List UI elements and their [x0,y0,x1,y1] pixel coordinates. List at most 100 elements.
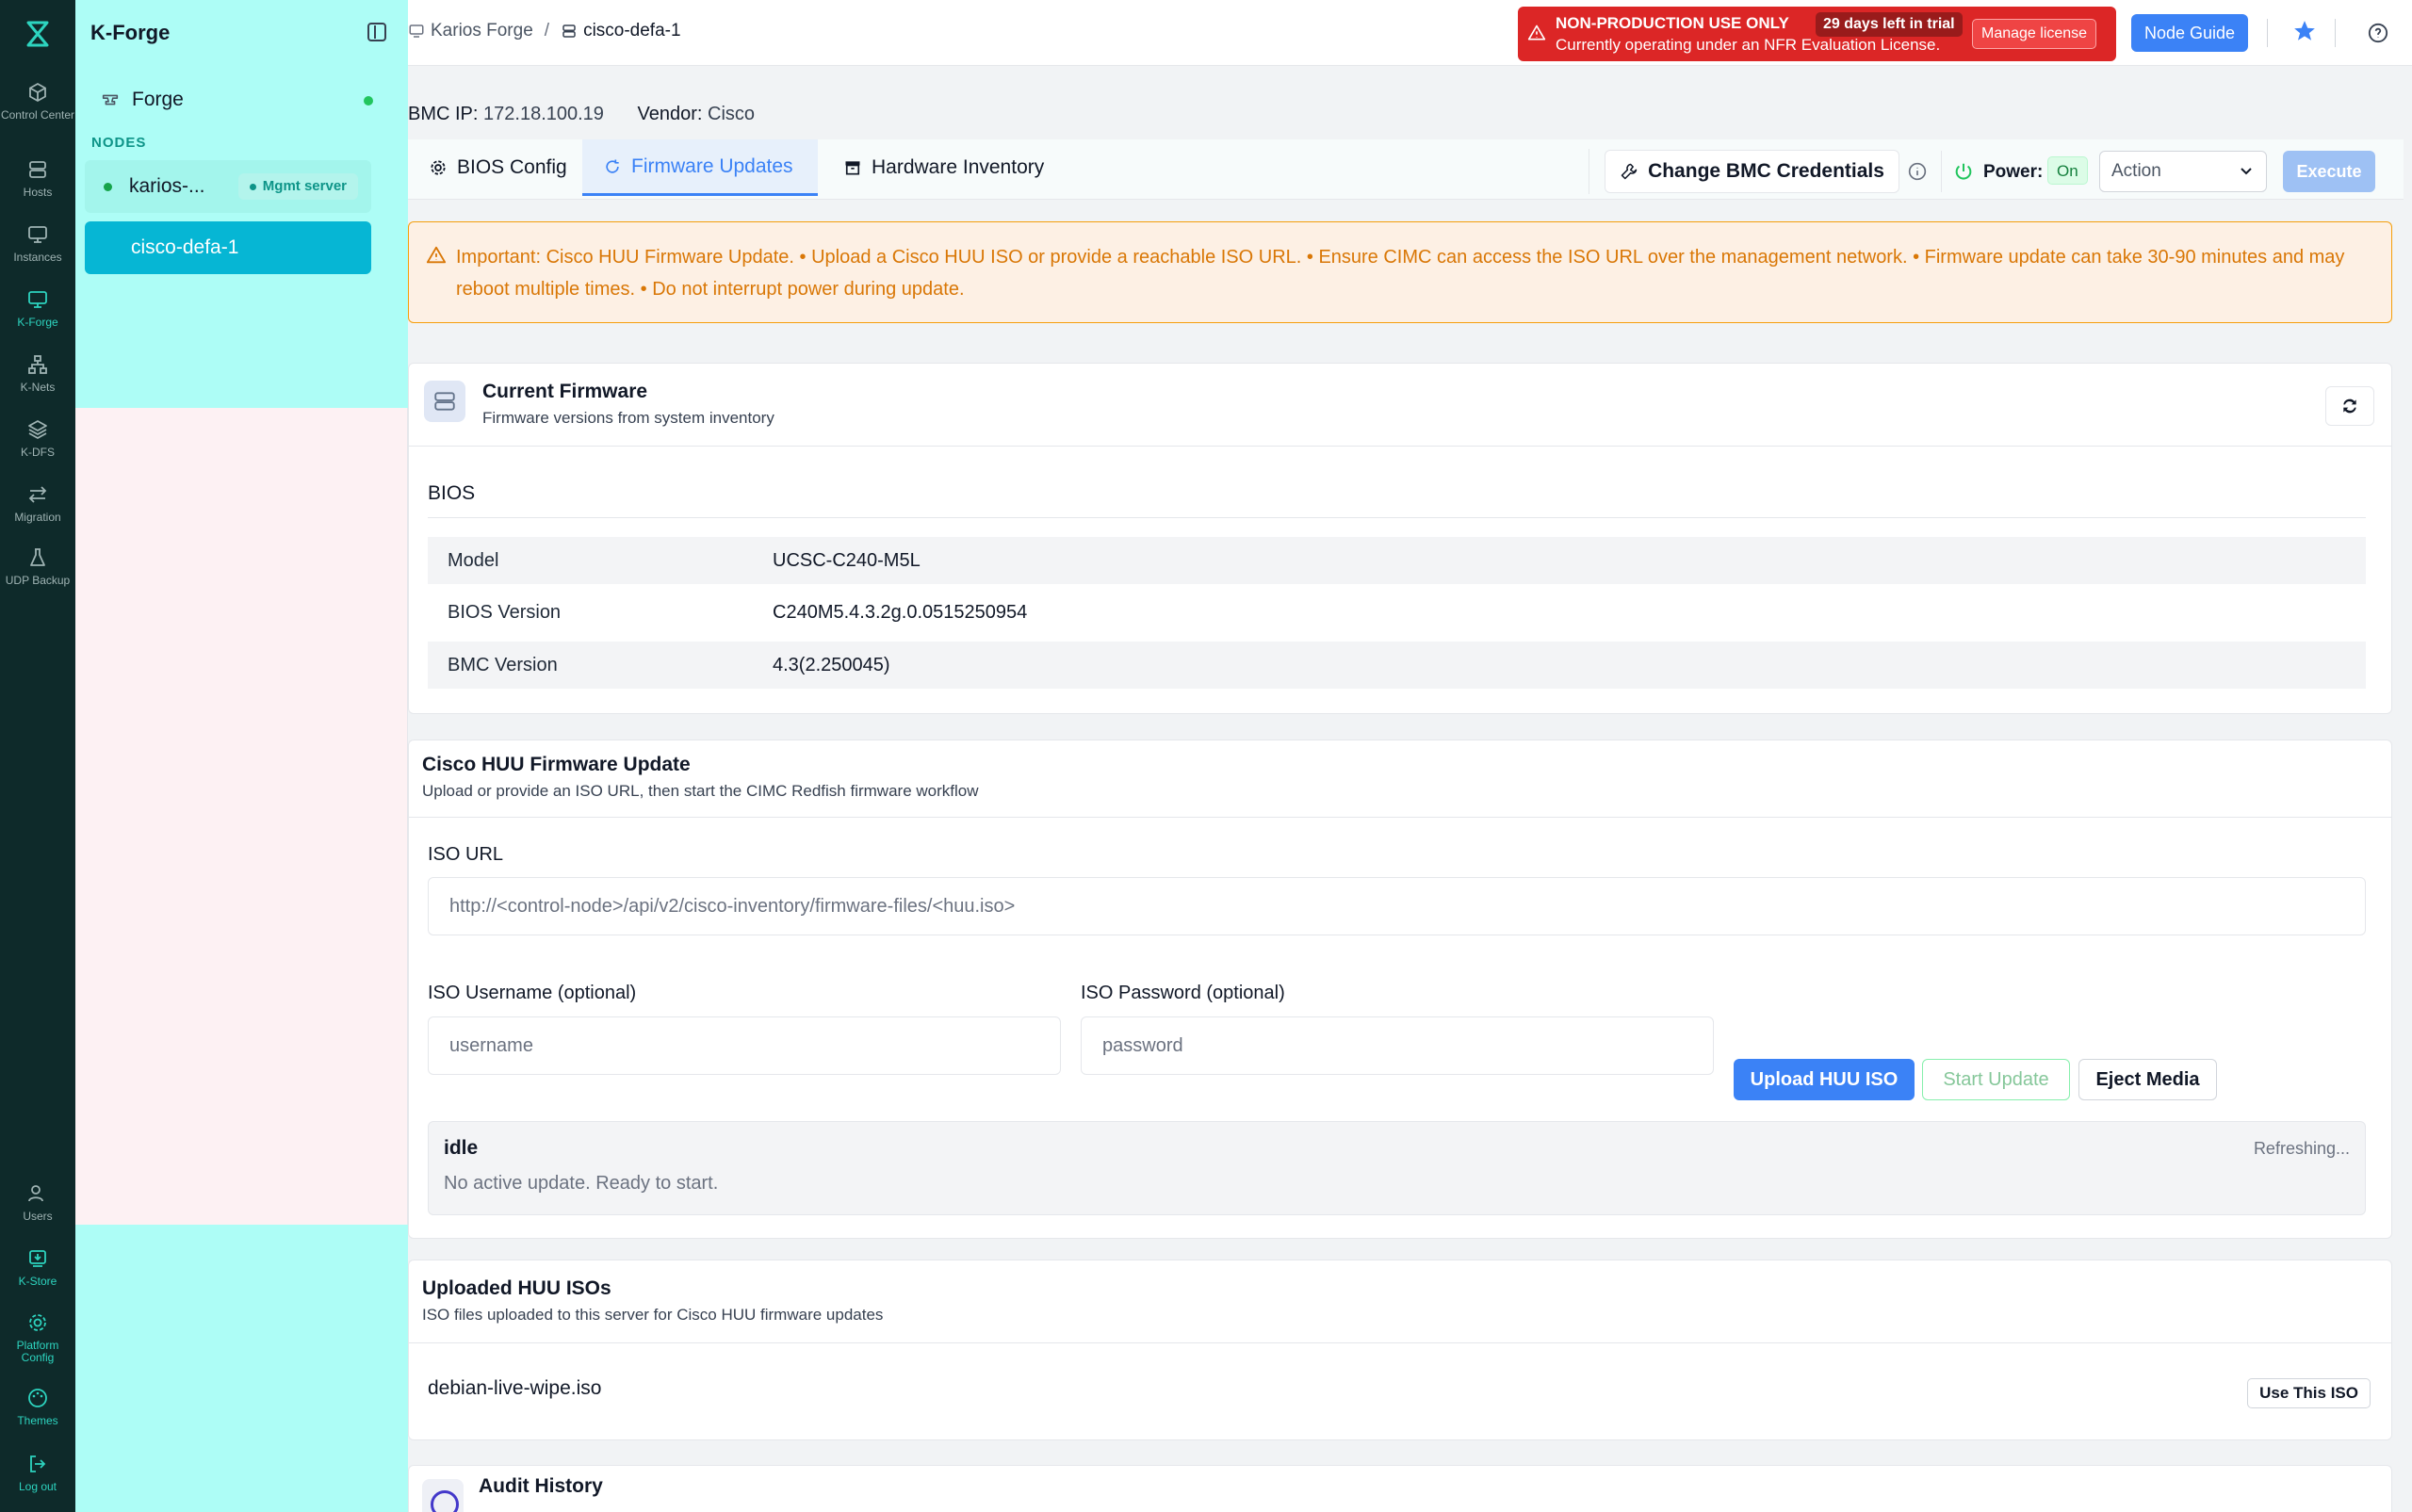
firmware-row-bmc-version: BMC Version 4.3(2.250045) [428,642,2366,689]
star-icon[interactable] [2292,19,2317,43]
sidebar-title: K-Forge [90,21,171,44]
warning-icon [426,246,447,264]
status-title: idle [444,1137,479,1159]
logout-icon [30,1455,46,1472]
iso-username-input[interactable]: username [428,1016,1061,1075]
eject-media-button[interactable]: Eject Media [2078,1059,2217,1100]
current-firmware-title: Current Firmware [482,381,648,402]
bmc-info: BMC IP: 172.18.100.19 Vendor: Cisco [408,104,756,124]
rail-item-udp-backup[interactable]: UDP Backup [0,546,75,587]
status-refreshing: Refreshing... [2253,1139,2350,1158]
app-logo-icon[interactable] [21,17,55,51]
alert-text: Important: Cisco HUU Firmware Update. • … [456,247,2345,300]
iso-url-label: ISO URL [428,844,504,865]
history-icon [422,1479,464,1512]
nodes-section-label: NODES [91,135,147,151]
refresh-icon [2343,398,2356,414]
forge-icon [28,291,47,308]
bios-section-label: BIOS [428,482,476,504]
rail-item-themes[interactable]: Themes [0,1387,75,1427]
forge-status-dot [364,96,373,106]
server-icon [29,161,46,178]
refresh-firmware-button[interactable] [2325,386,2374,426]
trial-subtitle: Currently operating under an NFR Evaluat… [1556,36,1941,54]
sidebar-item-forge[interactable]: Forge [100,85,383,115]
archive-icon [845,161,860,175]
tab-hardware-inventory[interactable]: Hardware Inventory [823,139,1065,196]
rail-item-control-center[interactable]: Control Center [0,81,75,122]
uploaded-isos-subtitle: ISO files uploaded to this server for Ci… [422,1306,884,1324]
flask-icon [30,548,45,566]
store-icon [29,1250,46,1267]
server-icon [424,381,465,422]
uploaded-isos-card: Uploaded HUU ISOs ISO files uploaded to … [408,1260,2392,1440]
monitor-icon [28,226,47,243]
execute-button[interactable]: Execute [2283,151,2375,192]
firmware-row-model: Model UCSC-C240-M5L [428,537,2366,584]
uploaded-isos-title: Uploaded HUU ISOs [422,1277,611,1299]
top-bar: Karios Forge / cisco-defa-1 NON-PRODUCTI… [408,0,2412,66]
rail-item-users[interactable]: Users [0,1182,75,1223]
wrench-icon [1621,163,1638,180]
power-state-badge: On [2047,156,2088,185]
start-update-button[interactable]: Start Update [1922,1059,2070,1100]
rail-item-k-store[interactable]: K-Store [0,1247,75,1288]
audit-history-title: Audit History [479,1475,603,1497]
breadcrumb-root[interactable]: Karios Forge [431,21,533,41]
refresh-circle-icon [606,159,619,173]
anvil-icon [102,94,119,106]
power-label: Power: [1983,162,2044,182]
arrows-icon [28,486,47,503]
mgmt-server-badge: Mgmt server [237,173,358,200]
rail-item-log-out[interactable]: Log out [0,1453,75,1493]
rail-item-instances[interactable]: Instances [0,223,75,264]
trial-title: NON-PRODUCTION USE ONLY [1556,14,1789,32]
bmc-vendor-value: Cisco [708,104,756,124]
node-status-dot [104,182,112,191]
iso-url-input[interactable]: http://<control-node>/api/v2/cisco-inven… [428,877,2366,935]
cube-icon [29,82,46,103]
iso-file-name: debian-live-wipe.iso [428,1377,602,1399]
layers-icon [28,420,47,439]
trial-banner: NON-PRODUCTION USE ONLY 29 days left in … [1518,7,2116,61]
rail-item-k-dfs[interactable]: K-DFS [0,418,75,459]
icon-rail: Control Center Hosts Instances K-Forge K… [0,0,75,1512]
breadcrumb-current: cisco-defa-1 [583,21,681,41]
firmware-row-bios-version: BIOS Version C240M5.4.3.2g.0.0515250954 [448,601,1028,623]
use-this-iso-button[interactable]: Use This ISO [2247,1378,2371,1408]
change-bmc-credentials-button[interactable]: Change BMC Credentials [1605,150,1899,193]
upload-huu-iso-button[interactable]: Upload HUU ISO [1734,1059,1915,1100]
tab-firmware-updates[interactable]: Firmware Updates [582,139,818,196]
bmc-ip-value: 172.18.100.19 [483,104,604,124]
server-crumb-icon [562,24,576,38]
node-item-cisco-defa-1[interactable]: cisco-defa-1 [85,221,371,274]
audit-history-card: Audit History [408,1465,2392,1512]
tabs-row: BIOS Config Firmware Updates Hardware In… [408,139,2404,200]
gear-icon [431,160,446,175]
action-select[interactable]: Action [2099,151,2267,192]
current-firmware-card: Current Firmware Firmware versions from … [408,363,2392,714]
node-item-karios[interactable]: karios-... Mgmt server [85,160,371,213]
network-icon [28,355,47,374]
info-icon[interactable] [1908,162,1927,181]
iso-username-label: ISO Username (optional) [428,983,637,1003]
rail-item-migration[interactable]: Migration [0,483,75,524]
rail-item-k-forge[interactable]: K-Forge [0,288,75,329]
node-guide-button[interactable]: Node Guide [2131,14,2248,52]
iso-password-label: ISO Password (optional) [1081,983,1285,1003]
firmware-warning-alert: Important: Cisco HUU Firmware Update. • … [408,221,2392,323]
rail-item-k-nets[interactable]: K-Nets [0,353,75,394]
tab-bios-config[interactable]: BIOS Config [408,139,588,196]
rail-item-platform-config[interactable]: Platform Config [0,1311,75,1364]
update-status-box: idle No active update. Ready to start. R… [428,1121,2366,1215]
collapse-sidebar-icon[interactable] [367,23,386,41]
rail-item-hosts[interactable]: Hosts [0,158,75,199]
breadcrumb: Karios Forge / cisco-defa-1 [408,21,681,41]
power-icon [1955,163,1972,180]
help-icon[interactable] [2368,23,2388,43]
chevron-down-icon [2241,168,2252,175]
iso-password-input[interactable]: password [1081,1016,1714,1075]
manage-license-button[interactable]: Manage license [1972,19,2097,49]
main-content: Karios Forge / cisco-defa-1 NON-PRODUCTI… [408,0,2412,1512]
trial-days-badge: 29 days left in trial [1816,12,1963,37]
